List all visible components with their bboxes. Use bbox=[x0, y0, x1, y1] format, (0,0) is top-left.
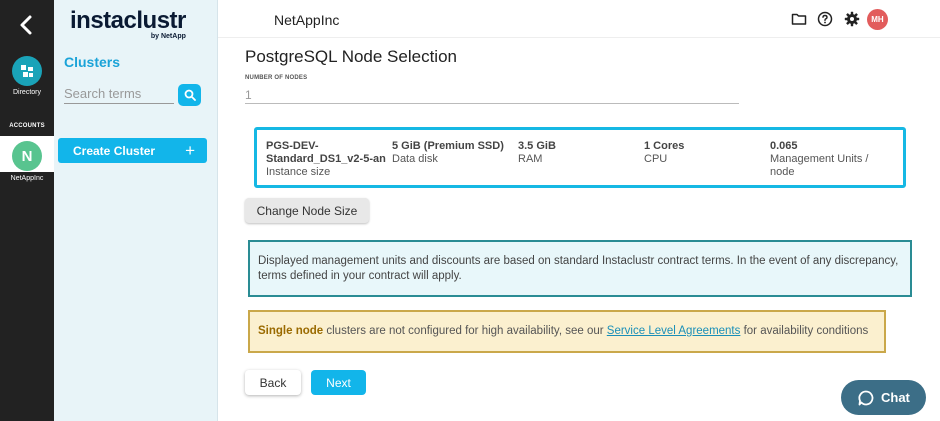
chat-button[interactable]: Chat bbox=[841, 380, 926, 415]
org-name: NetAppInc bbox=[274, 12, 340, 28]
instance-size-spec: PGS-DEV-Standard_DS1_v2-5-an Instance si… bbox=[266, 140, 391, 179]
main-content: PostgreSQL Node Selection NUMBER OF NODE… bbox=[218, 38, 940, 421]
instance-size-value: PGS-DEV-Standard_DS1_v2-5-an bbox=[266, 140, 386, 165]
plus-icon: + bbox=[185, 141, 195, 160]
ram-value: 3.5 GiB bbox=[518, 140, 556, 152]
data-disk-value: 5 GiB (Premium SSD) bbox=[392, 140, 504, 152]
next-button[interactable]: Next bbox=[311, 370, 366, 395]
sla-link[interactable]: Service Level Agreements bbox=[607, 325, 741, 337]
nodes-label: NUMBER OF NODES bbox=[245, 75, 308, 81]
create-cluster-label: Create Cluster bbox=[73, 143, 156, 158]
instaclustr-logo: instaclustr by NetApp bbox=[70, 7, 186, 41]
search-button[interactable] bbox=[178, 84, 201, 106]
contract-info-box: Displayed management units and discounts… bbox=[248, 240, 912, 297]
clusters-sidebar: instaclustr by NetApp Clusters Create Cl… bbox=[54, 0, 218, 421]
instance-size-card[interactable]: PGS-DEV-Standard_DS1_v2-5-an Instance si… bbox=[254, 127, 906, 188]
page-title: PostgreSQL Node Selection bbox=[245, 47, 457, 66]
instance-size-label: Instance size bbox=[266, 166, 331, 178]
cpu-label: CPU bbox=[644, 153, 668, 165]
single-node-warning: Single node clusters are not configured … bbox=[248, 310, 886, 353]
chat-bubble-icon bbox=[858, 390, 874, 405]
account-avatar[interactable]: N bbox=[12, 141, 42, 171]
sidebar-title: Clusters bbox=[64, 54, 121, 70]
data-disk-spec: 5 GiB (Premium SSD) Data disk bbox=[392, 140, 504, 166]
gear-icon[interactable] bbox=[844, 11, 860, 27]
back-arrow-icon[interactable] bbox=[14, 12, 40, 38]
ram-spec: 3.5 GiB RAM bbox=[518, 140, 556, 166]
user-avatar[interactable]: MH bbox=[867, 9, 888, 30]
folder-icon[interactable] bbox=[791, 11, 807, 27]
data-disk-label: Data disk bbox=[392, 153, 438, 165]
warning-strong-text: Single node bbox=[258, 325, 324, 337]
help-icon[interactable] bbox=[817, 11, 833, 27]
warning-text-end: for availability conditions bbox=[740, 325, 869, 337]
directory-label: Directory bbox=[12, 89, 41, 96]
logo-text: instaclustr bbox=[70, 7, 186, 34]
cpu-spec: 1 Cores CPU bbox=[644, 140, 684, 166]
ram-label: RAM bbox=[518, 153, 543, 165]
search-input[interactable] bbox=[64, 84, 174, 104]
account-name: NetAppInc bbox=[10, 175, 44, 182]
warning-text: clusters are not configured for high ava… bbox=[323, 325, 607, 337]
logo-subtext: by NetApp bbox=[150, 33, 186, 40]
cpu-value: 1 Cores bbox=[644, 140, 685, 152]
top-header: NetAppInc MH bbox=[218, 0, 940, 38]
create-cluster-button[interactable]: Create Cluster + bbox=[58, 138, 207, 163]
app-rail: Directory ACCOUNTS N NetAppInc bbox=[0, 0, 54, 421]
chat-label: Chat bbox=[881, 390, 910, 405]
management-units-spec: 0.065 Management Units / node bbox=[770, 140, 895, 179]
change-node-size-button[interactable]: Change Node Size bbox=[245, 198, 369, 223]
directory-icon[interactable] bbox=[12, 56, 42, 86]
back-button[interactable]: Back bbox=[245, 370, 301, 395]
search-icon bbox=[184, 89, 196, 101]
management-units-label: Management Units / node bbox=[770, 153, 869, 178]
accounts-heading: ACCOUNTS bbox=[9, 123, 45, 129]
management-units-value: 0.065 bbox=[770, 140, 798, 152]
number-of-nodes-input[interactable] bbox=[245, 86, 739, 104]
